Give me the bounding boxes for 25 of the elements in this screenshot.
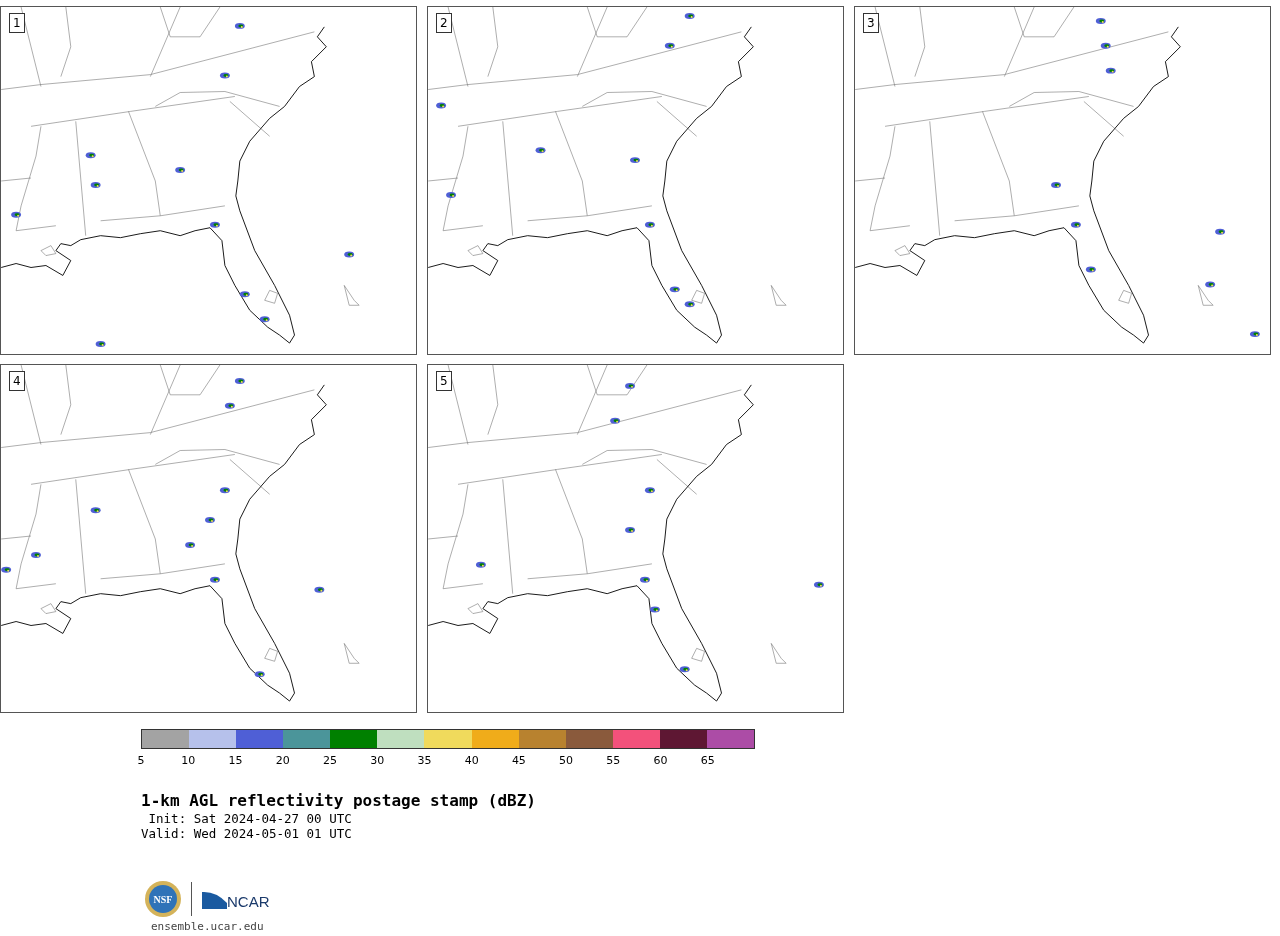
tick-label: 30 xyxy=(370,754,385,767)
valid-time: Valid: Wed 2024-05-01 01 UTC xyxy=(141,826,353,841)
tick-label: 40 xyxy=(464,754,479,767)
ncar-logo-text: NCAR xyxy=(227,891,270,912)
tick-label: 50 xyxy=(559,754,574,767)
tick-label: 20 xyxy=(275,754,290,767)
tick-label: 5 xyxy=(137,754,145,767)
tick-label: 25 xyxy=(322,754,337,767)
panel-number: 5 xyxy=(436,371,452,391)
chart-title: 1-km AGL reflectivity postage stamp (dBZ) xyxy=(141,791,537,811)
tick-label: 60 xyxy=(653,754,668,767)
tick-label: 10 xyxy=(181,754,196,767)
init-time: Init: Sat 2024-04-27 00 UTC xyxy=(147,811,353,826)
panel-number: 2 xyxy=(436,13,452,33)
ncar-wedge-icon xyxy=(202,889,227,909)
website-url: ensemble.ucar.edu xyxy=(151,919,265,935)
tick-label: 55 xyxy=(606,754,621,767)
tick-label: 35 xyxy=(417,754,432,767)
tick-label: 45 xyxy=(511,754,526,767)
panel-number: 1 xyxy=(9,13,25,33)
panel-number: 3 xyxy=(863,13,879,33)
panel-number: 4 xyxy=(9,371,25,391)
tick-label: 15 xyxy=(228,754,243,767)
nsf-logo-text: NSF xyxy=(153,892,173,907)
tick-label: 65 xyxy=(700,754,715,767)
